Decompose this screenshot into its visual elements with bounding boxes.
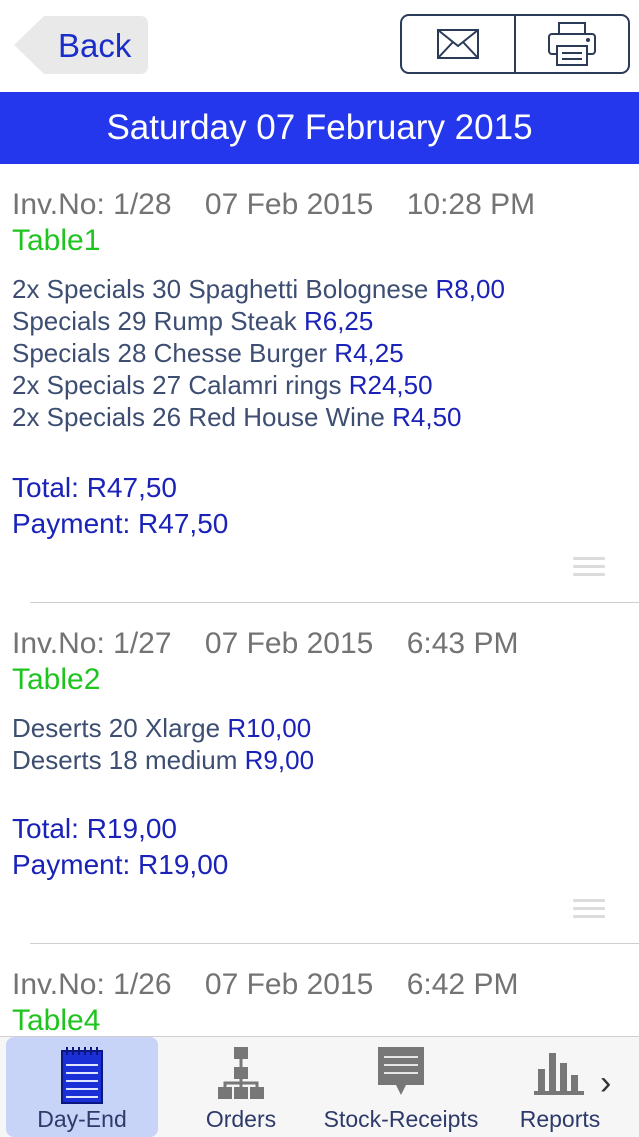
chevron-right-icon[interactable]: › xyxy=(600,1064,611,1103)
invoice-number: Inv.No: 1/26 xyxy=(12,968,172,1001)
tab-day-end[interactable]: Day-End xyxy=(6,1037,158,1137)
bar-chart-icon xyxy=(534,1053,584,1095)
invoice-number: Inv.No: 1/28 xyxy=(12,188,172,221)
invoice-total: Total: R19,00 xyxy=(12,813,177,844)
invoice-table-name: Table4 xyxy=(12,1004,101,1036)
line-item-price: R6,25 xyxy=(303,306,374,336)
tab-label: Orders xyxy=(205,1106,277,1132)
line-item-desc: 2x Specials 26 Red House Wine xyxy=(12,402,385,432)
line-item: Specials 28 Chesse Burger R4,25 xyxy=(12,337,505,369)
back-button[interactable]: Back xyxy=(14,16,148,74)
date-banner: Saturday 07 February 2015 xyxy=(0,92,639,164)
invoice-list[interactable]: Inv.No: 1/28 07 Feb 2015 10:28 PM Table1… xyxy=(0,164,639,1036)
line-item-desc: Specials 28 Chesse Burger xyxy=(12,338,328,368)
tab-label: Stock-Receipts xyxy=(323,1106,479,1132)
line-item: Deserts 20 Xlarge R10,00 xyxy=(12,712,314,744)
receipt-icon xyxy=(378,1047,424,1095)
share-actions-group xyxy=(400,14,630,74)
invoice-card[interactable]: Inv.No: 1/28 07 Feb 2015 10:28 PM Table1… xyxy=(0,164,639,602)
invoice-items: Deserts 20 Xlarge R10,00 Deserts 18 medi… xyxy=(12,712,314,776)
line-item-desc: Deserts 20 Xlarge xyxy=(12,713,228,743)
invoice-totals: Total: R19,00 Payment: R19,00 xyxy=(12,811,228,883)
email-button[interactable] xyxy=(402,16,514,72)
invoice-date: 07 Feb 2015 xyxy=(204,968,374,1001)
line-item-desc: Specials 29 Rump Steak xyxy=(12,306,297,336)
printer-icon xyxy=(548,22,596,66)
print-button[interactable] xyxy=(514,16,628,72)
bottom-tab-bar: Day-End Orders Stock-Receipts Reports xyxy=(0,1036,639,1137)
invoice-date: 07 Feb 2015 xyxy=(204,188,374,221)
reorder-handle-icon[interactable] xyxy=(573,899,605,923)
invoice-time: 6:42 PM xyxy=(406,968,519,1001)
line-item: Specials 29 Rump Steak R6,25 xyxy=(12,305,505,337)
line-item-price: R4,50 xyxy=(392,402,462,432)
invoice-header: Inv.No: 1/27 07 Feb 2015 6:43 PM xyxy=(12,627,518,661)
top-navigation-bar: Back xyxy=(0,0,639,90)
line-item-price: R4,25 xyxy=(334,338,404,368)
line-item-price: R8,00 xyxy=(435,274,505,304)
org-chart-icon xyxy=(218,1047,264,1099)
tab-stock-receipts[interactable]: Stock-Receipts xyxy=(322,1037,480,1137)
invoice-date: 07 Feb 2015 xyxy=(204,627,374,660)
line-item-price: R24,50 xyxy=(348,370,433,400)
invoice-totals: Total: R47,50 Payment: R47,50 xyxy=(12,470,228,542)
line-item-price: R10,00 xyxy=(227,713,312,743)
invoice-number: Inv.No: 1/27 xyxy=(12,627,172,660)
tab-label: Reports xyxy=(519,1106,601,1132)
line-item: 2x Specials 26 Red House Wine R4,50 xyxy=(12,401,505,433)
invoice-payment: Payment: R19,00 xyxy=(12,849,229,880)
invoice-table-name: Table1 xyxy=(12,224,101,257)
envelope-icon xyxy=(437,29,479,59)
tab-orders[interactable]: Orders xyxy=(168,1037,314,1137)
invoice-items: 2x Specials 30 Spaghetti Bolognese R8,00… xyxy=(12,273,505,433)
tab-label: Day-End xyxy=(37,1106,127,1132)
invoice-total: Total: R47,50 xyxy=(12,472,177,503)
invoice-payment: Payment: R47,50 xyxy=(12,508,229,539)
invoice-table-name: Table2 xyxy=(12,663,101,696)
line-item-desc: 2x Specials 30 Spaghetti Bolognese xyxy=(12,274,429,304)
line-item-desc: Deserts 18 medium xyxy=(12,745,245,775)
invoice-time: 10:28 PM xyxy=(406,188,536,221)
line-item: Deserts 18 medium R9,00 xyxy=(12,744,314,776)
notepad-icon xyxy=(61,1047,103,1104)
line-item-price: R9,00 xyxy=(244,745,315,775)
line-item: 2x Specials 30 Spaghetti Bolognese R8,00 xyxy=(12,273,505,305)
line-item-desc: 2x Specials 27 Calamri rings xyxy=(12,370,342,400)
invoice-header: Inv.No: 1/28 07 Feb 2015 10:28 PM xyxy=(12,188,535,222)
reorder-handle-icon[interactable] xyxy=(573,557,605,581)
invoice-time: 6:43 PM xyxy=(406,627,519,660)
invoice-card[interactable]: Inv.No: 1/26 07 Feb 2015 6:42 PM Table4 xyxy=(0,944,639,1036)
back-button-label: Back xyxy=(58,27,132,64)
line-item: 2x Specials 27 Calamri rings R24,50 xyxy=(12,369,505,401)
invoice-card[interactable]: Inv.No: 1/27 07 Feb 2015 6:43 PM Table2 … xyxy=(0,603,639,943)
invoice-header: Inv.No: 1/26 07 Feb 2015 6:42 PM xyxy=(12,968,518,1002)
